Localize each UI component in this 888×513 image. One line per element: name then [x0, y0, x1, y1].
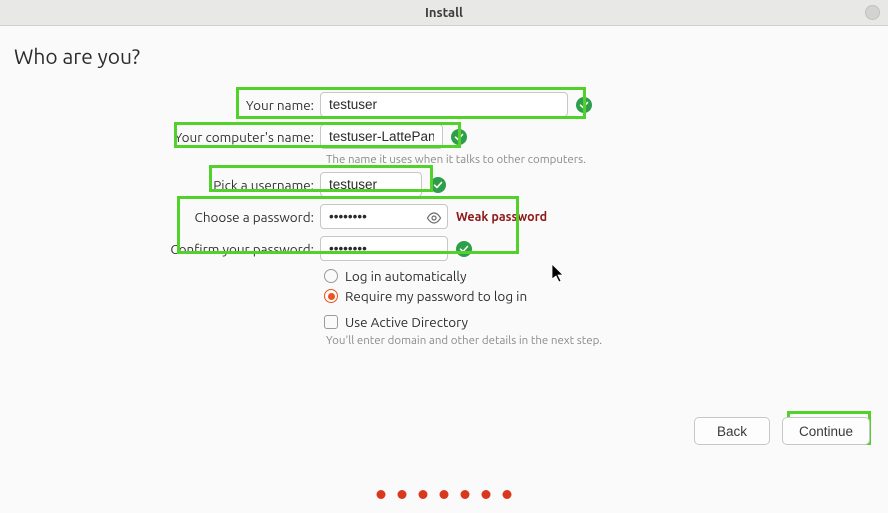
label-username: Pick a username:: [14, 177, 320, 193]
radio-label: Require my password to log in: [345, 288, 527, 304]
check-icon: [576, 97, 592, 113]
ad-hint: You'll enter domain and other details in…: [326, 334, 874, 347]
radio-icon: [324, 269, 338, 283]
radio-require-password[interactable]: Require my password to log in: [324, 288, 874, 304]
titlebar: Install: [0, 0, 888, 26]
back-button[interactable]: Back: [694, 417, 770, 445]
progress-dots: [377, 490, 512, 499]
radio-auto-login[interactable]: Log in automatically: [324, 268, 874, 284]
radio-icon: [324, 289, 338, 303]
eye-icon[interactable]: [426, 211, 442, 223]
user-form: Your name: Your computer's name: The nam…: [14, 92, 874, 347]
progress-dot: [440, 490, 449, 499]
computer-input[interactable]: [320, 124, 443, 149]
name-input[interactable]: [320, 92, 568, 117]
window-title: Install: [425, 6, 463, 20]
confirm-input[interactable]: [320, 236, 448, 261]
progress-dot: [461, 490, 470, 499]
content-area: Who are you? Your name: Your computer's …: [0, 26, 888, 347]
progress-dot: [503, 490, 512, 499]
checkbox-active-directory[interactable]: Use Active Directory: [324, 314, 874, 330]
continue-button[interactable]: Continue: [782, 417, 870, 445]
label-name: Your name:: [14, 97, 320, 113]
progress-dot: [377, 490, 386, 499]
label-computer: Your computer's name:: [14, 129, 320, 145]
close-icon[interactable]: [865, 5, 880, 20]
username-input[interactable]: [320, 172, 422, 197]
label-password: Choose a password:: [14, 209, 320, 225]
label-confirm: Confirm your password:: [14, 241, 320, 257]
computer-hint: The name it uses when it talks to other …: [326, 153, 874, 166]
row-computer: Your computer's name:: [14, 124, 874, 149]
check-icon: [456, 241, 472, 257]
row-confirm: Confirm your password:: [14, 236, 874, 261]
footer-buttons: Back Continue: [694, 417, 870, 445]
check-icon: [451, 129, 467, 145]
check-icon: [430, 177, 446, 193]
row-name: Your name:: [14, 92, 874, 117]
row-password: Choose a password: Weak password: [14, 204, 874, 229]
page-title: Who are you?: [14, 44, 874, 68]
row-username: Pick a username:: [14, 172, 874, 197]
password-strength: Weak password: [456, 210, 547, 224]
checkbox-icon: [324, 315, 338, 329]
progress-dot: [419, 490, 428, 499]
checkbox-label: Use Active Directory: [345, 314, 468, 330]
progress-dot: [482, 490, 491, 499]
progress-dot: [398, 490, 407, 499]
radio-label: Log in automatically: [345, 268, 466, 284]
